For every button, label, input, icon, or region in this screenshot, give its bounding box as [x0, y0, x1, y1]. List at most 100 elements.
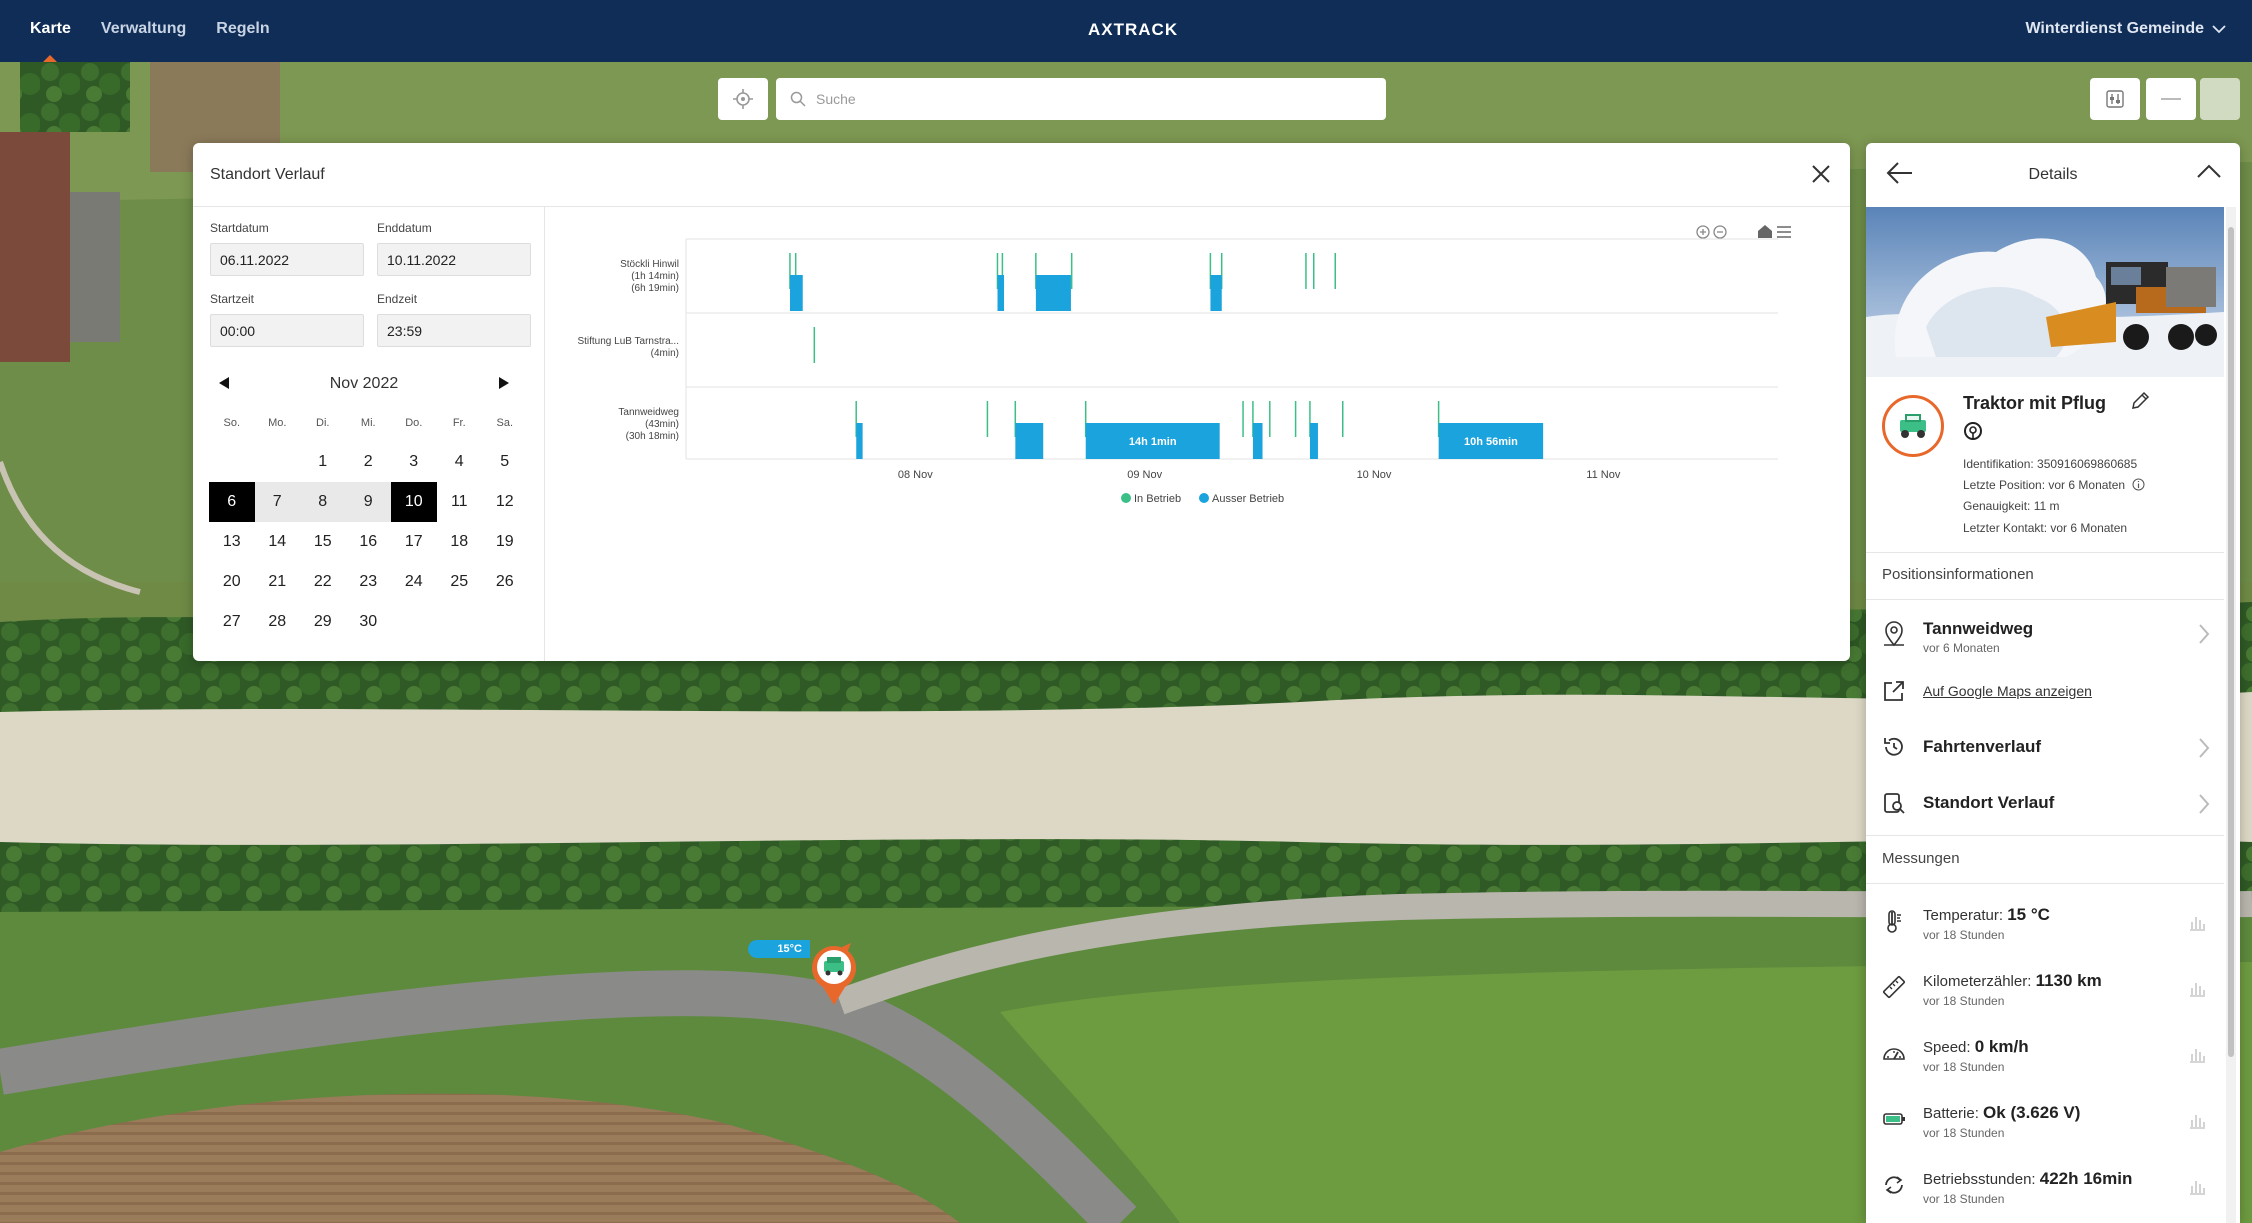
calendar-day[interactable]: 26 — [482, 562, 528, 602]
bar-chart-icon[interactable] — [2188, 979, 2206, 997]
start-date-input[interactable] — [210, 243, 364, 276]
calendar-day[interactable]: 8 — [300, 482, 346, 522]
divider — [1866, 883, 2224, 884]
start-time-label: Startzeit — [210, 292, 255, 306]
account-menu[interactable]: Winterdienst Gemeinde — [2025, 20, 2226, 38]
search-input[interactable] — [816, 91, 1356, 107]
in-operation-segment[interactable] — [1269, 401, 1271, 437]
bar-chart-icon[interactable] — [2188, 1045, 2206, 1063]
out-of-operation-segment[interactable] — [1015, 423, 1044, 459]
calendar-day[interactable]: 9 — [345, 482, 391, 522]
measurement-row[interactable]: Kilometerzähler: 1130 km vor 18 Stunden — [1866, 957, 2224, 1023]
calendar-day[interactable]: 5 — [482, 442, 528, 482]
hours-icon — [1885, 1176, 1903, 1194]
end-time-input[interactable] — [377, 314, 531, 347]
nav-item-karte[interactable]: Karte — [30, 0, 71, 62]
out-of-operation-segment[interactable] — [1309, 423, 1318, 459]
out-of-operation-segment[interactable] — [1210, 275, 1222, 311]
calendar-day[interactable]: 15 — [300, 522, 346, 562]
in-operation-segment[interactable] — [1334, 253, 1337, 289]
bar-chart-icon[interactable] — [2188, 1111, 2206, 1129]
calendar-day[interactable]: 14 — [255, 522, 301, 562]
locate-button[interactable] — [718, 78, 768, 120]
in-operation-segment[interactable] — [1313, 253, 1315, 289]
calendar-day[interactable]: 1 — [300, 442, 346, 482]
in-operation-segment[interactable] — [1341, 401, 1344, 437]
measurement-row[interactable]: Batterie: Ok (3.626 V) vor 18 Stunden — [1866, 1089, 2224, 1155]
scrollbar-thumb[interactable] — [2228, 227, 2234, 1057]
current-location-row[interactable]: Tannweidweg vor 6 Monaten — [1866, 605, 2224, 661]
calendar-day[interactable]: 20 — [209, 562, 255, 602]
calendar-day[interactable]: 22 — [300, 562, 346, 602]
in-operation-segment[interactable] — [1305, 253, 1307, 289]
google-maps-link[interactable]: Auf Google Maps anzeigen — [1923, 683, 2092, 699]
calendar-day[interactable]: 27 — [209, 602, 255, 642]
bar-chart-icon[interactable] — [2188, 1177, 2206, 1195]
in-operation-segment[interactable] — [813, 327, 816, 363]
nav-item-regeln[interactable]: Regeln — [216, 0, 269, 62]
chart-menu-icon[interactable] — [1777, 226, 1791, 238]
measurement-label: Kilometerzähler: — [1923, 973, 2032, 990]
calendar-day[interactable]: 12 — [482, 482, 528, 522]
zoom-out-button[interactable] — [2146, 78, 2196, 120]
calendar-day[interactable]: 16 — [346, 522, 392, 562]
calendar-prev-icon[interactable] — [219, 377, 229, 389]
nav-item-verwaltung[interactable]: Verwaltung — [101, 0, 186, 62]
calendar-day[interactable]: 2 — [346, 442, 392, 482]
calendar-day[interactable]: 21 — [255, 562, 301, 602]
calendar-day[interactable]: 18 — [437, 522, 483, 562]
minus-icon — [2161, 98, 2181, 100]
calendar-day[interactable]: 28 — [255, 602, 301, 642]
vehicle-avatar — [1882, 395, 1944, 457]
in-operation-segment[interactable] — [1070, 253, 1073, 289]
calendar-day[interactable]: 3 — [391, 442, 437, 482]
calendar-day[interactable]: 4 — [437, 442, 483, 482]
google-maps-row[interactable]: Auf Google Maps anzeigen — [1866, 663, 2224, 719]
calendar-day[interactable]: 10 — [391, 482, 437, 522]
calendar-day[interactable]: 17 — [391, 522, 437, 562]
calendar-day[interactable]: 13 — [209, 522, 255, 562]
date-range-picker: Startdatum Enddatum Startzeit Endzeit No… — [193, 207, 545, 661]
vehicle-map-marker[interactable] — [809, 943, 859, 1007]
trip-history-row[interactable]: Fahrtenverlauf — [1866, 719, 2224, 775]
calendar-weekday: Do. — [405, 417, 423, 429]
in-operation-segment[interactable] — [1294, 401, 1297, 437]
details-scrollbar[interactable] — [2226, 207, 2236, 1223]
start-time-input[interactable] — [210, 314, 364, 347]
zoom-in-button[interactable] — [2200, 78, 2240, 120]
in-operation-segment[interactable] — [986, 401, 989, 437]
legend-label[interactable]: In Betrieb — [1134, 493, 1181, 505]
location-history-row[interactable]: Standort Verlauf — [1866, 775, 2224, 831]
calendar-day[interactable]: 30 — [346, 602, 392, 642]
measurement-row[interactable]: Speed: 0 km/h vor 18 Stunden — [1866, 1023, 2224, 1089]
legend-label[interactable]: Ausser Betrieb — [1212, 493, 1284, 505]
out-of-operation-segment[interactable] — [789, 275, 803, 311]
calendar-day[interactable]: 7 — [254, 482, 300, 522]
calendar-day[interactable]: 29 — [300, 602, 346, 642]
out-of-operation-segment[interactable] — [1252, 423, 1263, 459]
location-pin-icon[interactable] — [1963, 421, 1983, 443]
reset-zoom-icon[interactable] — [1758, 225, 1772, 238]
end-date-input[interactable] — [377, 243, 531, 276]
calendar-day[interactable]: 23 — [346, 562, 392, 602]
zoom-in-icon[interactable] — [1696, 225, 1710, 239]
out-of-operation-segment[interactable] — [997, 275, 1005, 311]
close-icon[interactable] — [1808, 161, 1834, 187]
measurement-row[interactable]: Temperatur: 15 °C vor 18 Stunden — [1866, 891, 2224, 957]
bar-chart-icon[interactable] — [2188, 913, 2206, 931]
info-icon[interactable] — [2132, 478, 2145, 491]
calendar-day[interactable]: 19 — [482, 522, 528, 562]
calendar-next-icon[interactable] — [499, 377, 509, 389]
calendar-day[interactable]: 24 — [391, 562, 437, 602]
calendar-day[interactable]: 25 — [437, 562, 483, 602]
out-of-operation-segment[interactable] — [856, 423, 863, 459]
measurement-row[interactable]: Betriebsstunden: 422h 16min vor 18 Stunde… — [1866, 1155, 2224, 1221]
zoom-out-icon[interactable] — [1713, 225, 1727, 239]
pencil-icon[interactable] — [2130, 391, 2150, 411]
calendar-day[interactable]: 6 — [209, 482, 255, 522]
layer-settings-button[interactable] — [2090, 78, 2140, 120]
measurement-time: vor 18 Stunden — [1923, 1060, 2005, 1074]
calendar-day[interactable]: 11 — [437, 482, 483, 522]
in-operation-segment[interactable] — [1242, 401, 1244, 437]
out-of-operation-segment[interactable] — [1035, 275, 1071, 311]
